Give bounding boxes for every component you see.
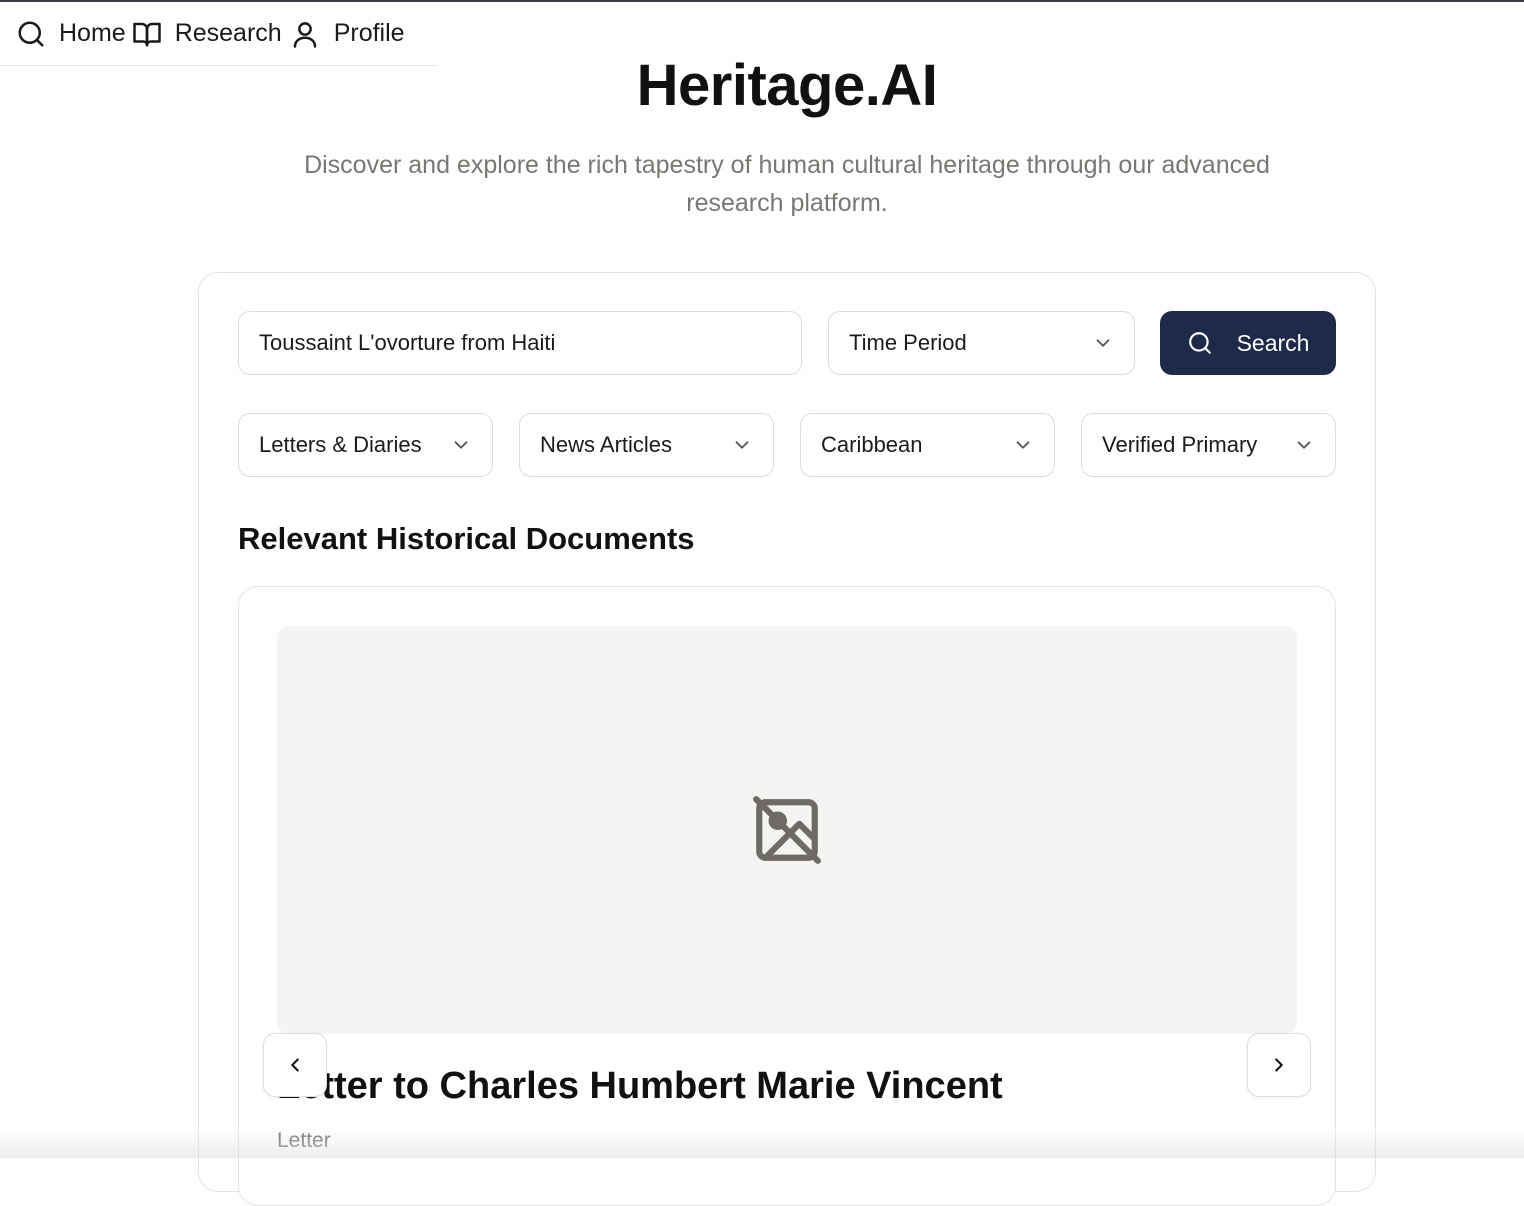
carousel-prev-button[interactable] [263, 1033, 327, 1097]
chevron-down-icon [1096, 339, 1110, 347]
chevron-down-icon [1297, 441, 1311, 449]
document-type: Letter [277, 1129, 331, 1152]
search-button-label: Search [1236, 329, 1310, 356]
filter-label: News Articles [540, 432, 673, 457]
nav-item-profile-label: Profile [333, 19, 405, 47]
time-period-label: Time Period [849, 330, 967, 355]
carousel-next-button[interactable] [1247, 1033, 1311, 1097]
chevron-down-icon [1016, 441, 1030, 449]
results-section-title: Relevant Historical Documents [238, 521, 695, 556]
chevron-right-icon [1275, 1058, 1283, 1072]
nav-item-home-label: Home [59, 19, 126, 47]
filter-label: Letters & Diaries [259, 432, 422, 457]
page-subtitle: Discover and explore the rich tapestry o… [304, 151, 1270, 217]
search-icon [18, 21, 44, 46]
filter-verification[interactable]: Verified Primary [1081, 413, 1336, 477]
filter-source-type[interactable]: News Articles [519, 413, 774, 477]
search-icon [1188, 332, 1211, 354]
filter-label: Caribbean [821, 432, 923, 457]
search-card: Time Period Search Letters & Diaries New… [198, 272, 1376, 1206]
filter-label: Verified Primary [1102, 432, 1258, 457]
user-icon [293, 21, 316, 48]
time-period-select[interactable]: Time Period [828, 311, 1135, 375]
document-card[interactable]: Letter to Charles Humbert Marie Vincent … [238, 586, 1336, 1206]
document-image-placeholder [277, 626, 1297, 1034]
filter-region[interactable]: Caribbean [800, 413, 1055, 477]
filter-document-type[interactable]: Letters & Diaries [238, 413, 493, 477]
nav-item-home[interactable]: Home [16, 19, 132, 49]
chevron-left-icon [291, 1058, 299, 1072]
page-title: Heritage.AI [636, 53, 938, 118]
document-title: Letter to Charles Humbert Marie Vincent [277, 1065, 1003, 1107]
image-off-icon [753, 796, 821, 864]
nav-item-profile[interactable]: Profile [290, 19, 405, 49]
chevron-down-icon [454, 441, 468, 449]
book-open-icon [132, 22, 161, 46]
nav-item-research[interactable]: Research [132, 19, 290, 49]
nav-item-research-label: Research [174, 19, 282, 47]
search-input[interactable] [238, 311, 802, 375]
search-button[interactable]: Search [1160, 311, 1336, 375]
chevron-down-icon [735, 441, 749, 449]
